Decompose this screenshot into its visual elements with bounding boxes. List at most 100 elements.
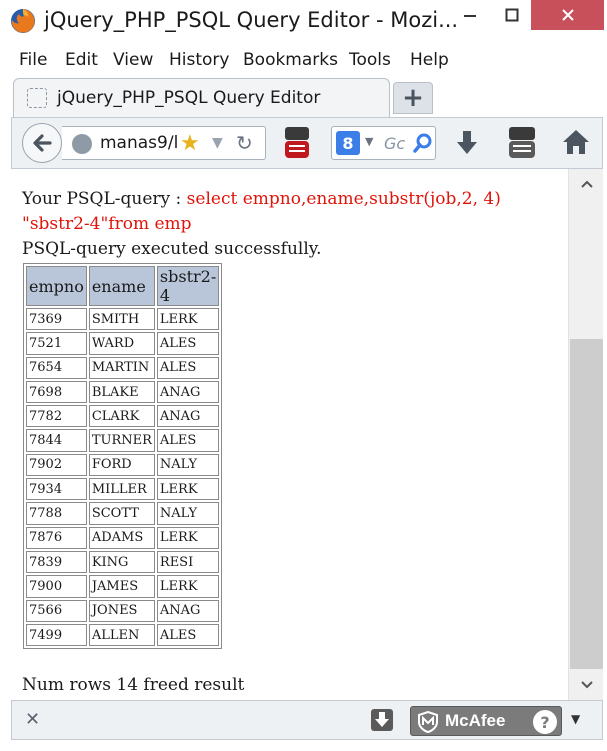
navigation-toolbar: manas9/l ★ ▼ ↻ 8 ▼ Gc bbox=[11, 117, 603, 169]
table-row: 7844 TURNER ALES bbox=[26, 429, 220, 452]
close-addon-bar-button[interactable]: ✕ bbox=[25, 709, 40, 730]
cell-empno: 7369 bbox=[26, 308, 87, 331]
cell-ename: SMITH bbox=[88, 308, 155, 331]
menu-tools[interactable]: Tools bbox=[349, 50, 391, 70]
firefox-logo-icon bbox=[11, 9, 35, 33]
cell-empno: 7844 bbox=[26, 429, 87, 452]
menu-help[interactable]: Help bbox=[410, 50, 449, 70]
cell-ename: TURNER bbox=[88, 429, 155, 452]
table-row: 7654 MARTIN ALES bbox=[26, 356, 220, 379]
table-header-row: empno ename sbstr2-4 bbox=[26, 266, 220, 306]
cell-ename: CLARK bbox=[88, 405, 155, 428]
back-arrow-icon bbox=[33, 134, 52, 152]
cell-sbstr: NALY bbox=[156, 453, 220, 477]
table-row: 7782 CLARK ANAG bbox=[26, 405, 220, 428]
addon-menu-dropdown-icon[interactable]: ▼ bbox=[571, 712, 580, 726]
menu-bookmarks[interactable]: Bookmarks bbox=[243, 50, 338, 70]
table-row: 7369 SMITH LERK bbox=[26, 308, 220, 331]
table-row: 7839 KING RESI bbox=[26, 550, 220, 574]
vertical-scrollbar[interactable] bbox=[568, 169, 603, 700]
chevron-down-icon bbox=[580, 681, 593, 689]
cell-empno: 7499 bbox=[26, 623, 87, 647]
table-row: 7876 ADAMS LERK bbox=[26, 526, 220, 549]
menu-edit[interactable]: Edit bbox=[65, 50, 98, 70]
cell-sbstr: ALES bbox=[156, 429, 220, 452]
cell-empno: 7782 bbox=[26, 405, 87, 428]
download-arrow-icon bbox=[375, 712, 389, 727]
table-row: 7934 MILLER LERK bbox=[26, 478, 220, 501]
cell-ename: KING bbox=[88, 550, 155, 574]
table-row: 7566 JONES ANAG bbox=[26, 599, 220, 622]
menu-view[interactable]: View bbox=[113, 50, 153, 70]
home-icon[interactable] bbox=[561, 127, 591, 157]
url-history-dropdown-icon[interactable]: ▼ bbox=[212, 135, 223, 151]
minimize-icon bbox=[464, 15, 476, 17]
cell-ename: FORD bbox=[88, 453, 155, 477]
cell-ename: BLAKE bbox=[88, 380, 155, 404]
query-prefix: Your PSQL-query : bbox=[22, 189, 187, 209]
close-icon bbox=[561, 9, 574, 21]
star-icon[interactable]: ★ bbox=[180, 131, 200, 156]
window-title: jQuery_PHP_PSQL Query Editor - Mozi... bbox=[44, 8, 459, 32]
download-icon[interactable] bbox=[454, 128, 480, 158]
menu-file[interactable]: File bbox=[19, 50, 47, 70]
menu-bar: File Edit View History Bookmarks Tools H… bbox=[0, 46, 607, 76]
search-bar[interactable]: 8 ▼ Gc bbox=[331, 126, 436, 160]
tab-title: jQuery_PHP_PSQL Query Editor bbox=[57, 88, 321, 108]
cell-sbstr: ANAG bbox=[156, 380, 220, 404]
cell-empno: 7839 bbox=[26, 550, 87, 574]
cell-sbstr: ALES bbox=[156, 356, 220, 379]
help-icon[interactable]: ? bbox=[533, 710, 557, 734]
chevron-up-icon bbox=[580, 180, 593, 188]
search-icon[interactable] bbox=[412, 132, 434, 154]
tab-strip: jQuery_PHP_PSQL Query Editor + bbox=[0, 76, 607, 118]
mcafee-shield-icon bbox=[418, 711, 438, 733]
close-window-button[interactable] bbox=[531, 0, 604, 30]
menu-history[interactable]: History bbox=[169, 50, 229, 70]
cell-empno: 7654 bbox=[26, 356, 87, 379]
minimize-button[interactable] bbox=[448, 0, 492, 30]
cell-sbstr: NALY bbox=[156, 502, 220, 525]
url-bar[interactable]: manas9/l ★ ▼ ↻ bbox=[62, 126, 266, 160]
cell-empno: 7788 bbox=[26, 502, 87, 525]
mcafee-button[interactable]: McAfee ? bbox=[410, 706, 562, 736]
cell-sbstr: RESI bbox=[156, 550, 220, 574]
cell-empno: 7521 bbox=[26, 332, 87, 355]
cell-sbstr: ANAG bbox=[156, 599, 220, 622]
query-status: PSQL-query executed successfully. bbox=[22, 239, 322, 259]
cell-empno: 7900 bbox=[26, 575, 87, 598]
scroll-down-button[interactable] bbox=[569, 670, 604, 700]
download-addon-icon[interactable] bbox=[371, 709, 393, 731]
url-text[interactable]: manas9/l bbox=[100, 133, 178, 153]
table-row: 7788 SCOTT NALY bbox=[26, 502, 220, 525]
cell-empno: 7876 bbox=[26, 526, 87, 549]
scroll-thumb[interactable] bbox=[570, 339, 603, 669]
back-button[interactable] bbox=[22, 123, 62, 163]
table-row: 7521 WARD ALES bbox=[26, 332, 220, 355]
new-tab-button[interactable]: + bbox=[393, 82, 433, 114]
youtube-icon[interactable] bbox=[284, 126, 310, 160]
mcafee-label: McAfee bbox=[445, 711, 506, 730]
cell-sbstr: LERK bbox=[156, 308, 220, 331]
query-text-part2: "sbstr2-4"from emp bbox=[22, 214, 192, 234]
table-row: 7698 BLAKE ANAG bbox=[26, 380, 220, 404]
reload-icon[interactable]: ↻ bbox=[236, 131, 253, 155]
youtube-icon[interactable] bbox=[508, 126, 536, 160]
cell-ename: WARD bbox=[88, 332, 155, 355]
cell-sbstr: ANAG bbox=[156, 405, 220, 428]
search-engine-dropdown-icon[interactable]: ▼ bbox=[365, 135, 373, 148]
rows-summary: Num rows 14 freed result bbox=[22, 675, 245, 695]
cell-sbstr: LERK bbox=[156, 526, 220, 549]
column-header-sbstr: sbstr2-4 bbox=[156, 266, 220, 306]
search-input[interactable]: Gc bbox=[384, 134, 405, 153]
maximize-button[interactable] bbox=[492, 0, 532, 30]
cell-ename: MARTIN bbox=[88, 356, 155, 379]
table-row: 7902 FORD NALY bbox=[26, 453, 220, 477]
tab-query-editor[interactable]: jQuery_PHP_PSQL Query Editor bbox=[13, 78, 390, 118]
table-row: 7499 ALLEN ALES bbox=[26, 623, 220, 647]
cell-sbstr: LERK bbox=[156, 478, 220, 501]
cell-ename: JONES bbox=[88, 599, 155, 622]
cell-ename: JAMES bbox=[88, 575, 155, 598]
google-icon[interactable]: 8 bbox=[336, 131, 360, 155]
scroll-up-button[interactable] bbox=[569, 169, 604, 199]
